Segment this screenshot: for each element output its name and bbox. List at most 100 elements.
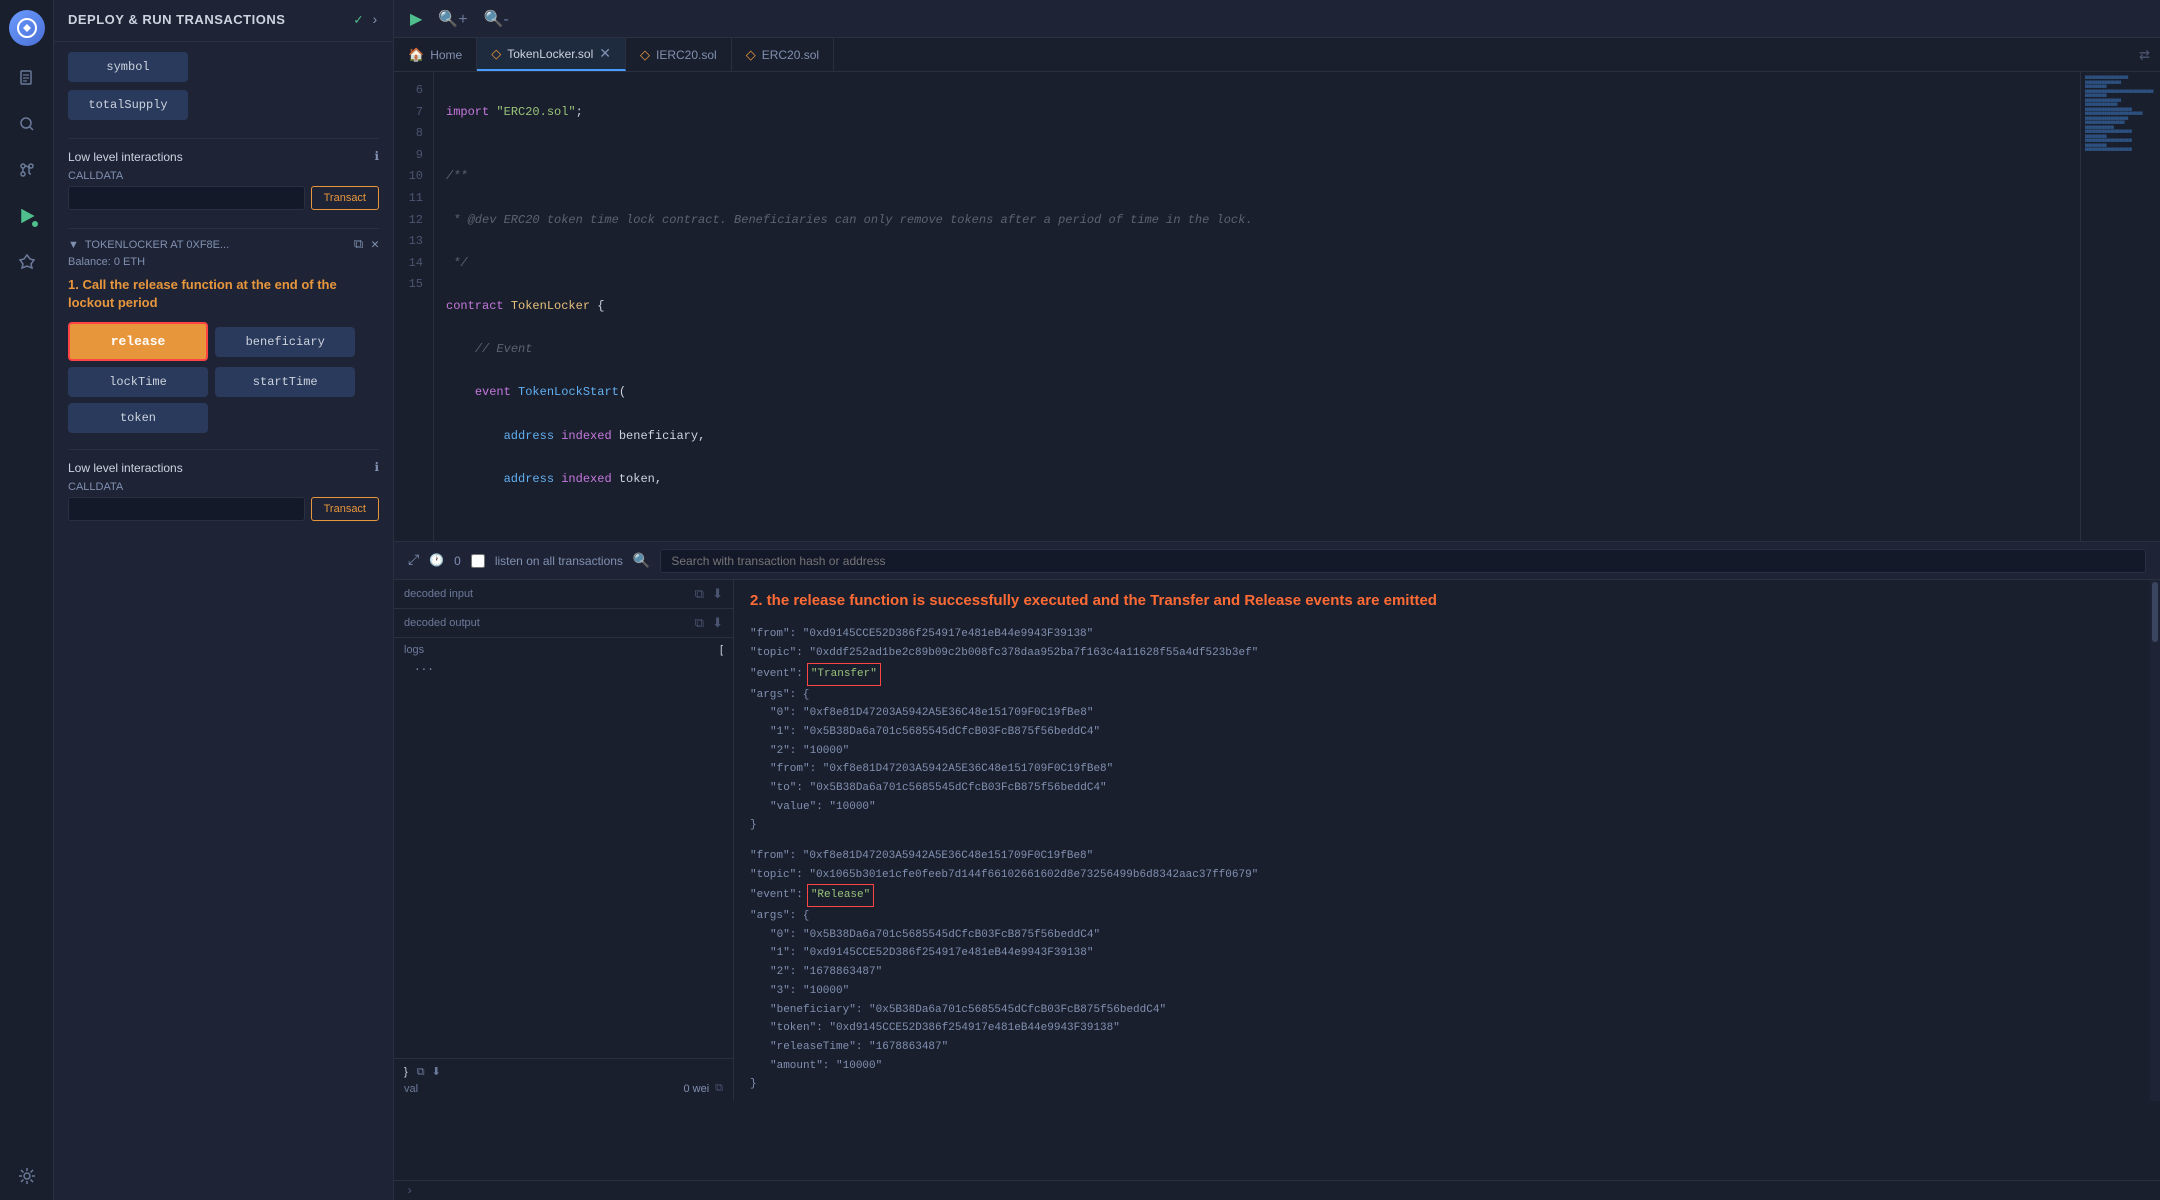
log1-arg0: "0": "0xf8e81D47203A5942A5E36C48e151709F… [770, 707, 1093, 719]
copy-icon[interactable]: ⧉ [354, 237, 363, 252]
low-level-title-top: Low level interactions [68, 150, 183, 164]
log1-event-val: "Transfer" [807, 663, 881, 686]
deploy-header: DEPLOY & RUN TRANSACTIONS ✓ › [54, 0, 393, 42]
expand-icon[interactable]: › [371, 13, 379, 29]
close-icon[interactable]: ✕ [371, 237, 379, 252]
token-button[interactable]: token [68, 403, 208, 433]
sidebar-file-icon[interactable] [13, 64, 41, 92]
editor-scroll-icon[interactable]: ⇄ [2139, 44, 2160, 66]
sol-icon-1: ◇ [491, 46, 501, 62]
tab-erc20[interactable]: ◇ ERC20.sol [732, 38, 834, 71]
tx-search-input[interactable] [660, 549, 2146, 573]
download-logs-icon[interactable]: ⬇ [432, 1066, 441, 1078]
sidebar-search-icon[interactable] [13, 110, 41, 138]
copy-logs-icon[interactable]: ⧉ [417, 1066, 425, 1078]
log2-release-time: "releaseTime": "1678863487" [770, 1041, 948, 1053]
calldata-input-top[interactable] [68, 186, 305, 210]
minimap: ████████████████████████ ███████████████… [2080, 72, 2160, 541]
code-editor: 6 7 8 9 10 11 12 13 14 15 import "ERC20.… [394, 72, 2160, 1180]
log1-to: "to": "0x5B38Da6a701c5685545dCfcB03FcB87… [770, 782, 1107, 794]
deploy-title: DEPLOY & RUN TRANSACTIONS [68, 12, 285, 29]
tab-home[interactable]: 🏠 Home [394, 38, 477, 71]
low-level-section-top: Low level interactions ℹ CALLDATA Transa… [68, 138, 379, 210]
deploy-badge [31, 220, 39, 228]
log2-close: } [750, 1078, 757, 1090]
copy-decoded-input-icon[interactable]: ⧉ [695, 586, 704, 602]
log2-event-val: "Release" [807, 884, 874, 907]
start-time-button[interactable]: startTime [215, 367, 355, 397]
tab-tokenlocker-close[interactable]: ✕ [599, 45, 611, 62]
sidebar-plugin-icon[interactable] [13, 248, 41, 276]
log2-event-key: "event": [750, 886, 803, 905]
sidebar-settings-icon[interactable] [13, 1162, 41, 1190]
tab-ierc20-label: IERC20.sol [656, 48, 717, 62]
release-button[interactable]: release [68, 322, 208, 361]
decoded-input-header: decoded input ⧉ ⬇ [404, 586, 723, 602]
log-block-1: "from": "0xd9145CCE52D386f254917e481eB44… [750, 625, 2134, 835]
deploy-panel-content: symbol totalSupply Low level interaction… [54, 42, 393, 531]
log2-topic: "topic": "0x1065b301e1cfe0feeb7d144f6610… [750, 869, 1258, 881]
deploy-header-icons: ✓ › [354, 12, 379, 29]
total-supply-button[interactable]: totalSupply [68, 90, 188, 120]
deployed-section: ▼ TOKENLOCKER AT 0XF8E... ⧉ ✕ Balance: 0… [68, 228, 379, 521]
transact-button-top[interactable]: Transact [311, 186, 379, 210]
sol-icon-3: ◇ [746, 47, 756, 63]
log2-arg0: "0": "0x5B38Da6a701c5685545dCfcB03FcB875… [770, 929, 1100, 941]
lock-time-button[interactable]: lockTime [68, 367, 208, 397]
instruction-text: 1. Call the release function at the end … [68, 276, 379, 312]
bottom-expand[interactable]: › [394, 1180, 2160, 1200]
transact-button-bottom[interactable]: Transact [311, 497, 379, 521]
editor-toolbar: ▶ 🔍+ 🔍- [394, 0, 2160, 38]
download-decoded-input-icon[interactable]: ⬇ [712, 586, 723, 602]
sidebar-deploy-icon[interactable] [13, 202, 41, 230]
val-text: val [404, 1083, 418, 1095]
decoded-input-section: decoded input ⧉ ⬇ [394, 580, 733, 609]
check-icon: ✓ [354, 12, 362, 29]
editor-area: ▶ 🔍+ 🔍- 🏠 Home ◇ TokenLocker.sol ✕ ◇ IER… [394, 0, 2160, 1200]
zoom-in-button[interactable]: 🔍+ [434, 7, 471, 31]
zoom-out-button[interactable]: 🔍- [480, 7, 513, 31]
chevron-icon: ▼ [68, 239, 79, 251]
decoded-output-header: decoded output ⧉ ⬇ [404, 615, 723, 631]
scrollbar[interactable] [2150, 580, 2160, 1101]
result-instruction: 2. the release function is successfully … [750, 590, 2134, 611]
deploy-panel: DEPLOY & RUN TRANSACTIONS ✓ › symbol tot… [54, 0, 394, 1200]
log2-arg1: "1": "0xd9145CCE52D386f254917e481eB44e99… [770, 947, 1093, 959]
line-numbers: 6 7 8 9 10 11 12 13 14 15 [394, 72, 434, 541]
sidebar-git-icon[interactable] [13, 156, 41, 184]
logs-header: logs [ [404, 644, 723, 656]
log2-beneficiary: "beneficiary": "0x5B38Da6a701c5685545dCf… [770, 1004, 1166, 1016]
symbol-button[interactable]: symbol [68, 52, 188, 82]
tab-tokenlocker[interactable]: ◇ TokenLocker.sol ✕ [477, 38, 626, 71]
app-logo [9, 10, 45, 46]
log1-arg1: "1": "0x5B38Da6a701c5685545dCfcB03FcB875… [770, 726, 1100, 738]
tx-counter: 0 [454, 554, 461, 568]
clock-icon: 🕐 [429, 553, 444, 568]
copy-decoded-output-icon[interactable]: ⧉ [695, 615, 704, 631]
beneficiary-button[interactable]: beneficiary [215, 327, 355, 357]
minimap-content: ████████████████████████ ███████████████… [2081, 72, 2160, 157]
listen-text: listen on all transactions [495, 554, 623, 568]
code-content: 6 7 8 9 10 11 12 13 14 15 import "ERC20.… [394, 72, 2160, 541]
decoded-input-icons: ⧉ ⬇ [695, 586, 723, 602]
expand-arrow: › [406, 1184, 413, 1198]
low-level-header-bottom: Low level interactions ℹ [68, 460, 379, 475]
expand-tx-icon[interactable]: ⤢ [408, 553, 419, 569]
logs-bracket: [ [720, 644, 723, 656]
tab-ierc20[interactable]: ◇ IERC20.sol [626, 38, 732, 71]
log2-arg3: "3": "10000" [770, 985, 849, 997]
listen-checkbox[interactable] [471, 554, 485, 568]
decoded-input-label: decoded input [404, 588, 473, 600]
transaction-panel: ⤢ 🕐 0 listen on all transactions 🔍 decod… [394, 541, 2160, 1101]
calldata-label-bottom: CALLDATA [68, 481, 379, 493]
info-icon-top: ℹ [374, 149, 379, 164]
decoded-output-label: decoded output [404, 617, 480, 629]
val-section: } ⧉ ⬇ val 0 wei ⧉ [394, 1058, 733, 1101]
run-button[interactable]: ▶ [406, 7, 426, 31]
tx-search-icon[interactable]: 🔍 [633, 552, 650, 569]
download-decoded-output-icon[interactable]: ⬇ [712, 615, 723, 631]
low-level-title-bottom: Low level interactions [68, 461, 183, 475]
calldata-input-bottom[interactable] [68, 497, 305, 521]
val-label: } ⧉ ⬇ [404, 1065, 441, 1079]
copy-val-icon[interactable]: ⧉ [715, 1083, 723, 1095]
